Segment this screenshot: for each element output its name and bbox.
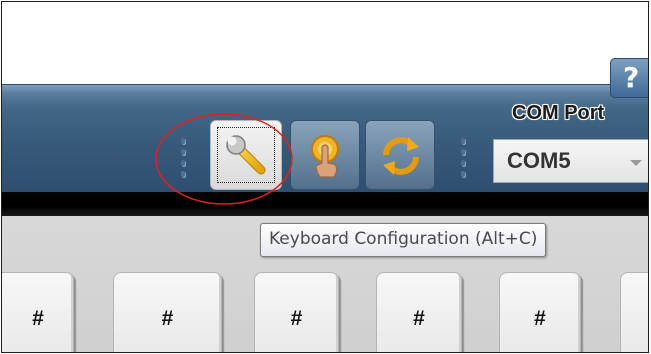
wrench-icon: [226, 135, 266, 175]
toolbar-grip-handle[interactable]: [180, 138, 186, 182]
touch-button[interactable]: [290, 120, 360, 190]
keyboard-configuration-button[interactable]: [210, 120, 282, 190]
chevron-down-icon: [630, 160, 642, 166]
keyboard-key[interactable]: #: [254, 272, 339, 352]
sync-arrows-icon: [383, 137, 419, 175]
toolbar-grip-handle[interactable]: [460, 138, 466, 182]
keyboard-key[interactable]: #: [2, 272, 74, 352]
touch-hand-icon: [311, 135, 339, 178]
help-icon: ?: [623, 61, 640, 94]
key-label: #: [32, 307, 44, 330]
com-port-label: COM Port: [512, 102, 605, 124]
keyboard-key[interactable]: #: [499, 272, 581, 352]
keyboard-key[interactable]: #: [113, 272, 222, 352]
toolbar-shadow-band: [2, 192, 648, 216]
help-button[interactable]: ?: [610, 58, 648, 98]
app-window: ? COM Port COM5 Keyboard Configuration (…: [1, 1, 649, 353]
key-label: #: [413, 307, 425, 330]
tooltip: Keyboard Configuration (Alt+C): [260, 223, 547, 257]
refresh-button[interactable]: [365, 120, 435, 190]
keyboard-key[interactable]: #: [376, 272, 462, 352]
key-label: #: [290, 307, 303, 330]
key-label: #: [161, 307, 174, 330]
key-label: #: [534, 307, 546, 330]
com-port-value: COM5: [507, 148, 571, 173]
keyboard-key[interactable]: [620, 272, 648, 352]
com-port-select[interactable]: COM5: [493, 139, 648, 183]
